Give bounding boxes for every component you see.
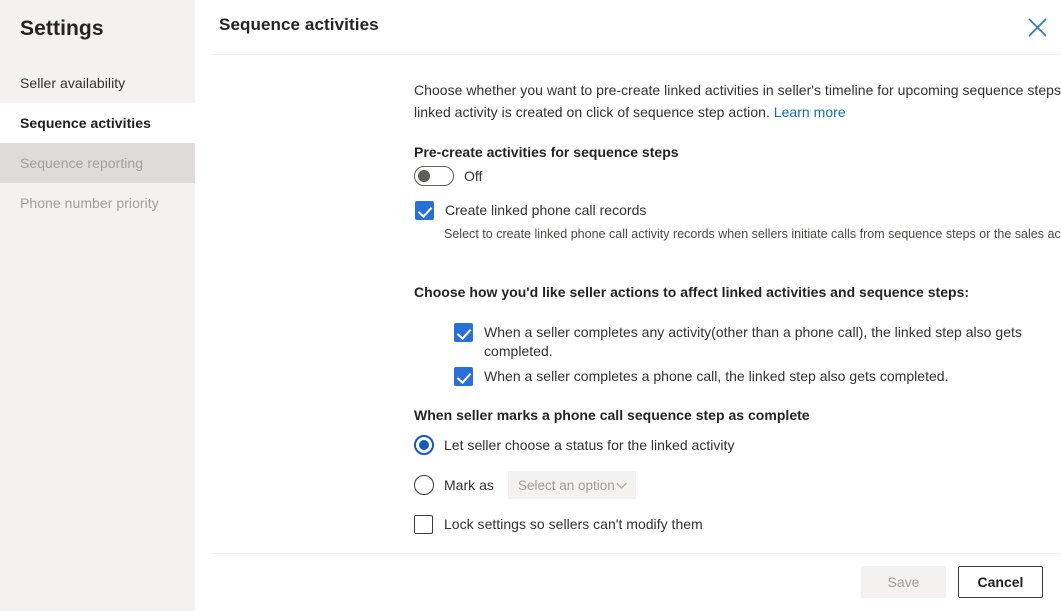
panel-header: Sequence activities <box>195 0 1061 54</box>
settings-sidebar: Settings Seller availability Sequence ac… <box>0 0 195 611</box>
mark-complete-option-1-radio[interactable] <box>414 435 434 455</box>
seller-action-option-1-row: When a seller completes any activity(oth… <box>454 323 1061 361</box>
precreate-toggle[interactable] <box>414 166 454 186</box>
seller-action-option-2-checkbox[interactable] <box>454 367 473 386</box>
footer-actions: Save Cancel <box>861 566 1043 598</box>
lock-settings-row: Lock settings so sellers can't modify th… <box>414 515 703 534</box>
close-icon <box>1028 18 1047 37</box>
seller-actions-heading: Choose how you'd like seller actions to … <box>414 284 969 300</box>
linked-phone-records-row: Create linked phone call records <box>415 201 646 220</box>
seller-action-option-1-label: When a seller completes any activity(oth… <box>484 323 1061 361</box>
mark-complete-option-2-label: Mark as <box>444 477 494 493</box>
sidebar-item-label: Phone number priority <box>20 195 159 211</box>
mark-complete-option-1-label: Let seller choose a status for the linke… <box>444 437 734 453</box>
mark-complete-option-1-row: Let seller choose a status for the linke… <box>414 435 734 455</box>
close-button[interactable] <box>1021 11 1053 43</box>
mark-as-dropdown-placeholder: Select an option <box>518 478 615 493</box>
cancel-button[interactable]: Cancel <box>958 566 1043 598</box>
sidebar-item-seller-availability[interactable]: Seller availability <box>0 63 195 103</box>
save-button[interactable]: Save <box>861 566 946 598</box>
seller-action-option-1-checkbox[interactable] <box>454 323 473 342</box>
linked-phone-records-help: Select to create linked phone call activ… <box>444 225 1061 243</box>
panel-content: Choose whether you want to pre-create li… <box>195 55 1061 553</box>
sidebar-item-sequence-reporting[interactable]: Sequence reporting <box>0 143 195 183</box>
seller-action-option-2-row: When a seller completes a phone call, th… <box>454 367 949 386</box>
sidebar-item-label: Sequence reporting <box>20 155 143 171</box>
page-title: Settings <box>0 0 195 43</box>
precreate-toggle-state: Off <box>464 168 482 184</box>
mark-as-dropdown[interactable]: Select an option <box>508 471 636 499</box>
mark-complete-option-2-radio[interactable] <box>414 475 434 495</box>
sidebar-item-label: Sequence activities <box>20 115 151 131</box>
linked-phone-records-checkbox[interactable] <box>415 201 434 220</box>
panel-footer: Save Cancel <box>195 553 1061 611</box>
sidebar-item-sequence-activities[interactable]: Sequence activities <box>0 103 195 143</box>
precreate-label: Pre-create activities for sequence steps <box>414 144 679 160</box>
sidebar-item-label: Seller availability <box>20 75 125 91</box>
sidebar-item-phone-number-priority[interactable]: Phone number priority <box>0 183 195 223</box>
mark-complete-option-2-row: Mark as Select an option <box>414 471 636 499</box>
lock-settings-label: Lock settings so sellers can't modify th… <box>444 515 703 534</box>
settings-dialog: Settings Seller availability Sequence ac… <box>0 0 1061 611</box>
settings-main-panel: Sequence activities Choose whether you w… <box>195 0 1061 611</box>
learn-more-link[interactable]: Learn more <box>774 104 846 120</box>
toggle-knob <box>418 170 430 182</box>
mark-complete-heading: When seller marks a phone call sequence … <box>414 407 810 423</box>
chevron-down-icon <box>615 479 628 492</box>
footer-divider <box>213 553 1061 554</box>
lock-settings-checkbox[interactable] <box>414 515 433 534</box>
seller-action-option-2-label: When a seller completes a phone call, th… <box>484 367 949 386</box>
sidebar-nav: Seller availability Sequence activities … <box>0 63 195 223</box>
panel-title: Sequence activities <box>219 15 379 35</box>
linked-phone-records-label: Create linked phone call records <box>445 201 646 220</box>
intro-text: Choose whether you want to pre-create li… <box>414 79 1061 123</box>
precreate-toggle-row: Off <box>414 166 482 186</box>
intro-paragraph: Choose whether you want to pre-create li… <box>414 82 1061 120</box>
